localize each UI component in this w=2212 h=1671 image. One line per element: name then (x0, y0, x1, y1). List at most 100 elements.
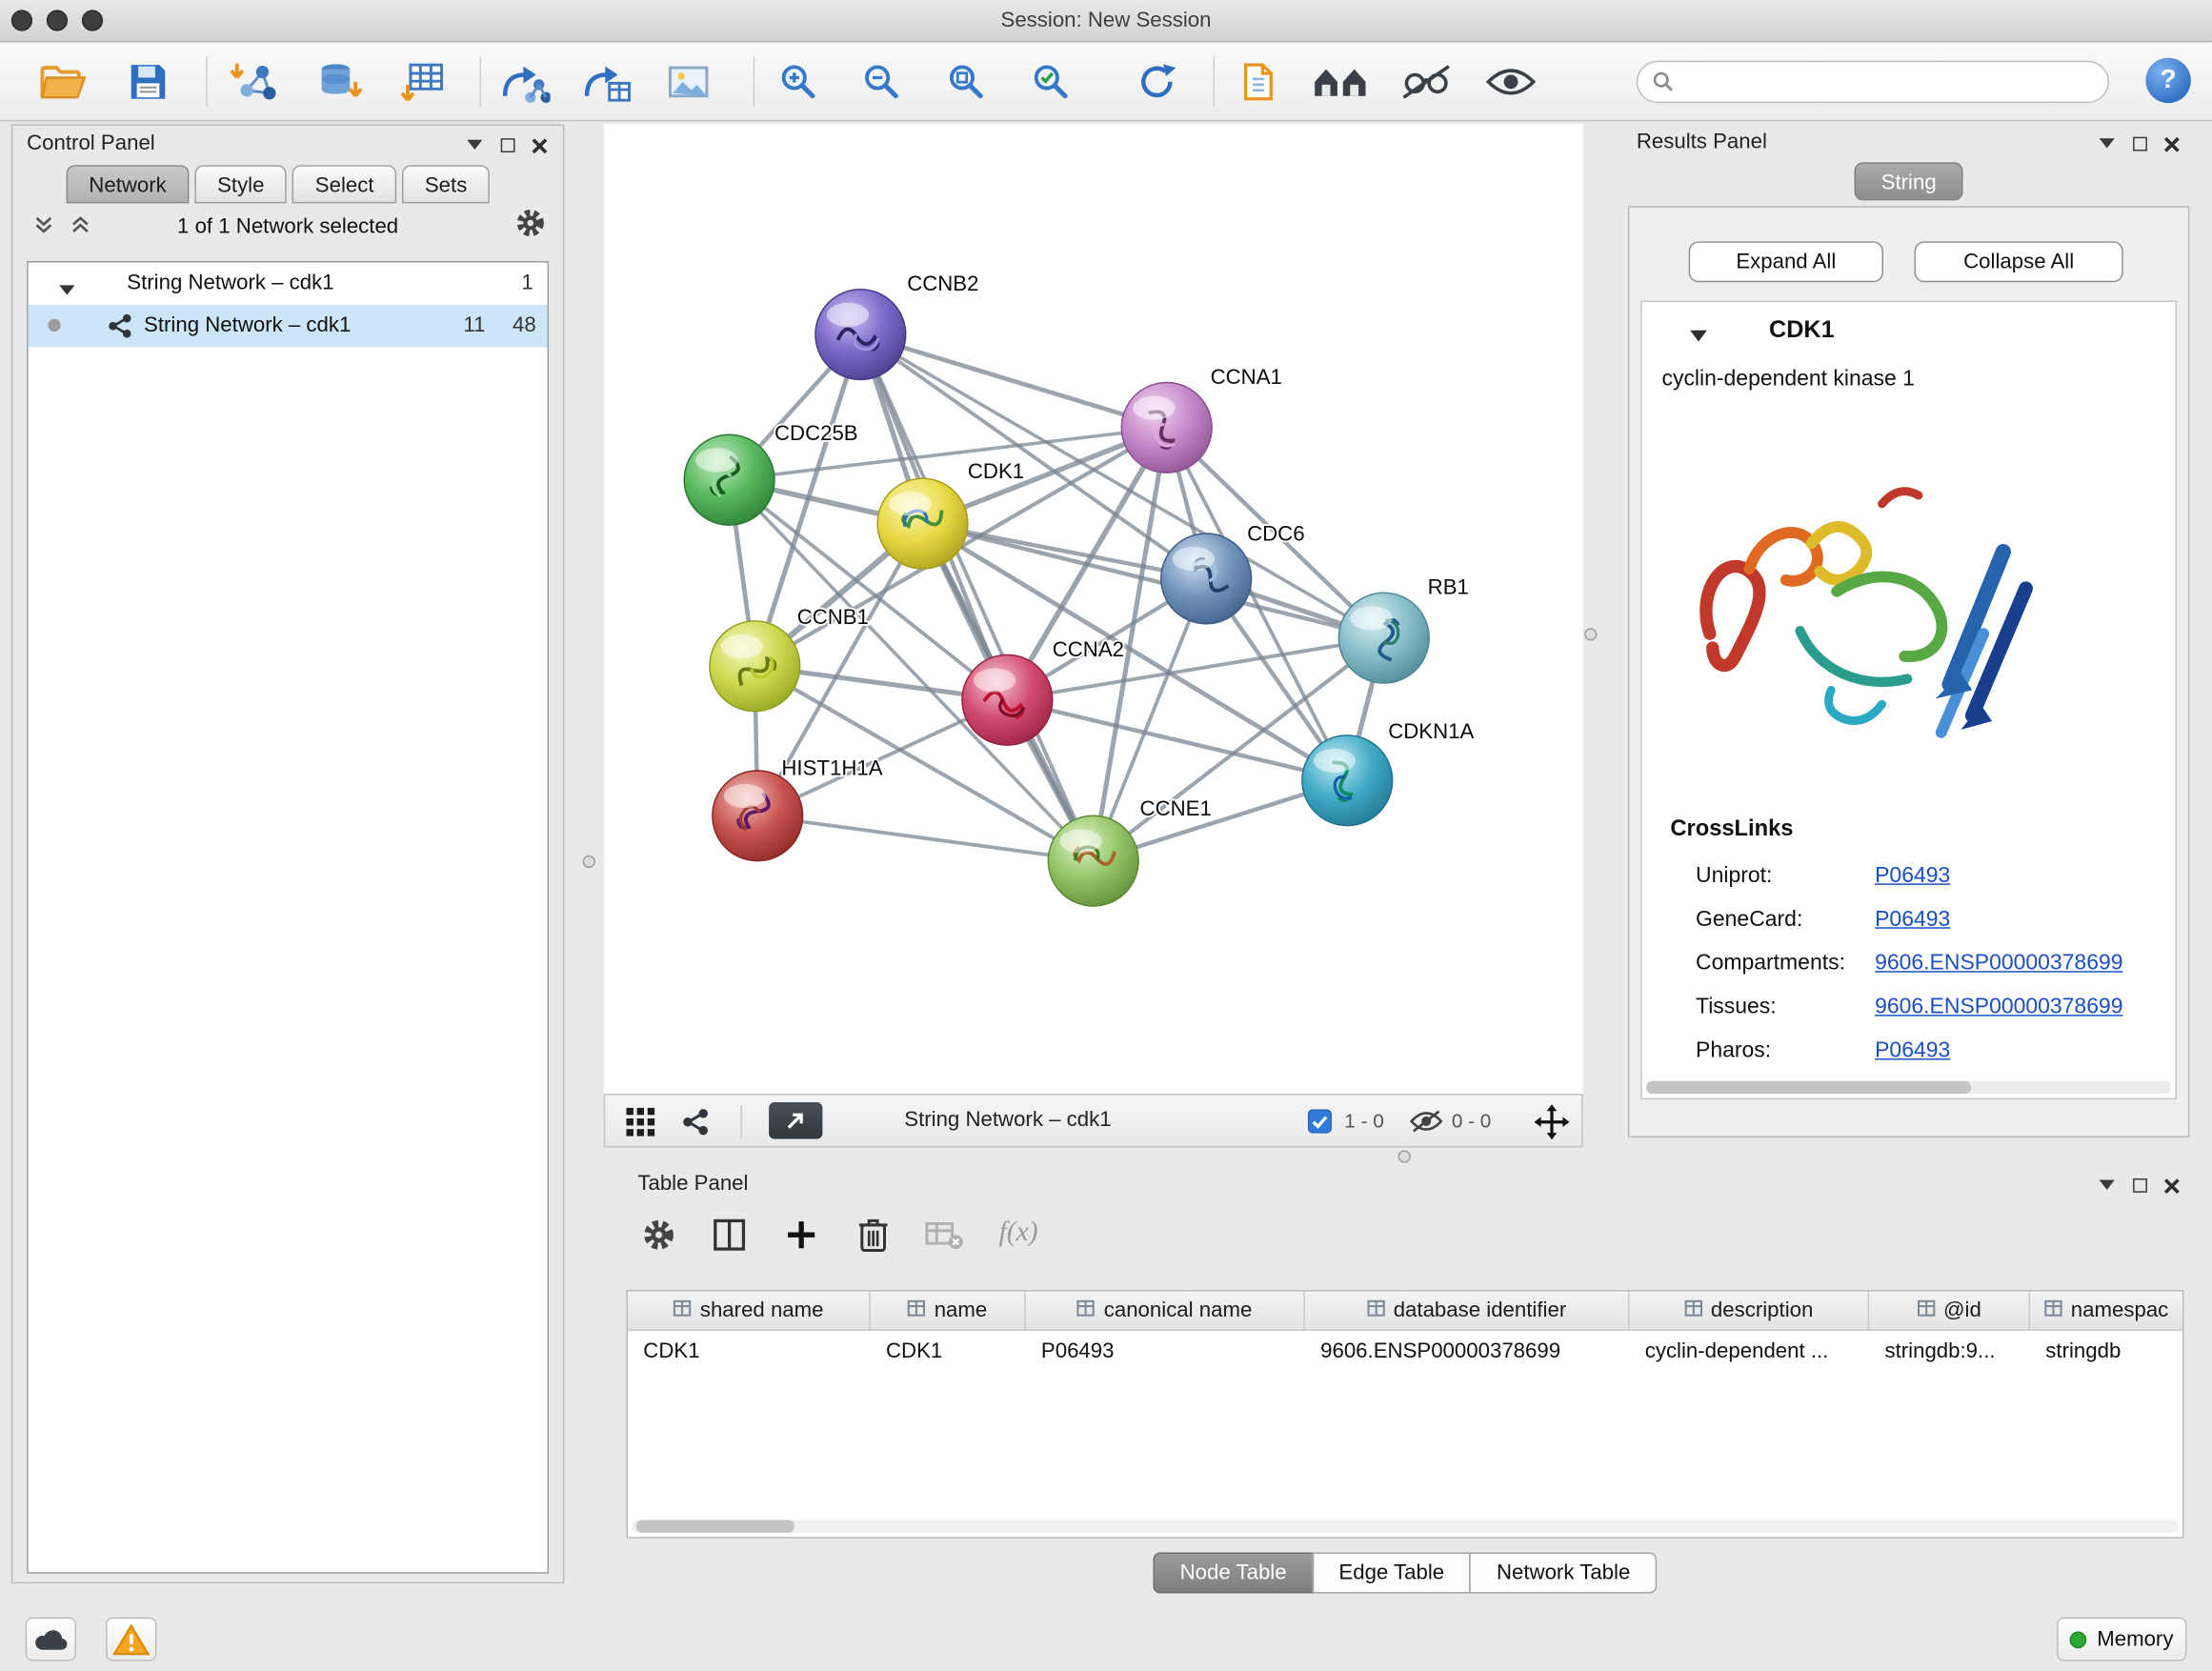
hidden-eye-slash-icon[interactable] (1409, 1109, 1443, 1138)
network-node-ccne1[interactable] (1048, 815, 1138, 906)
current-network-name: String Network – cdk1 (904, 1108, 1111, 1132)
delete-column-icon[interactable] (852, 1214, 894, 1256)
birdseye-view-button[interactable] (769, 1102, 822, 1139)
results-panel-float-icon[interactable] (2130, 134, 2150, 154)
results-panel-menu-caret-icon[interactable] (2097, 134, 2117, 154)
tab-string[interactable]: String (1855, 162, 1963, 200)
show-columns-icon[interactable] (708, 1214, 750, 1256)
export-network-icon[interactable] (575, 53, 637, 110)
column-header-shared-name[interactable]: shared name (628, 1291, 871, 1329)
card-horizontal-scrollbar[interactable] (1646, 1081, 2171, 1094)
cell-database-identifier[interactable]: 9606.ENSP00000378699 (1305, 1339, 1630, 1362)
node-label-cdc6: CDC6 (1247, 521, 1304, 545)
protein-card-caret-icon[interactable] (1690, 325, 1707, 349)
import-database-icon[interactable] (308, 53, 370, 110)
tab-edge-table[interactable]: Edge Table (1312, 1553, 1471, 1594)
tab-network-table[interactable]: Network Table (1470, 1553, 1658, 1594)
left-splitter-handle[interactable] (583, 856, 595, 868)
add-column-icon[interactable] (780, 1214, 822, 1256)
column-header-namespace[interactable]: namespac (2030, 1291, 2182, 1329)
cell-shared-name[interactable]: CDK1 (628, 1339, 871, 1362)
import-table-icon[interactable] (392, 53, 454, 110)
network-canvas[interactable]: CCNB2CCNA1CDC25BCDK1CDC6RB1CCNB1CCNA2CDK… (604, 124, 1583, 1094)
table-panel-menu-caret-icon[interactable] (2097, 1176, 2117, 1196)
uniprot-link[interactable]: P06493 (1875, 864, 1950, 890)
network-view[interactable]: CCNB2CCNA1CDC25BCDK1CDC6RB1CCNB1CCNA2CDK… (604, 124, 1583, 1094)
table-panel-close-icon[interactable] (2162, 1176, 2182, 1196)
open-session-icon[interactable] (32, 53, 94, 110)
cell-namespace[interactable]: stringdb (2030, 1339, 2182, 1362)
column-header-database-identifier[interactable]: database identifier (1305, 1291, 1630, 1329)
network-node-ccna2[interactable] (962, 654, 1053, 745)
pan-move-icon[interactable] (1534, 1103, 1571, 1145)
pharos-link[interactable]: P06493 (1875, 1038, 1950, 1064)
table-horizontal-scrollbar[interactable] (632, 1520, 2178, 1532)
expand-all-button[interactable]: Expand All (1689, 241, 1883, 282)
cell-description[interactable]: cyclin-dependent ... (1629, 1339, 1869, 1362)
column-header-id[interactable]: @id (1869, 1291, 2030, 1329)
column-header-description[interactable]: description (1629, 1291, 1869, 1329)
results-panel-close-icon[interactable] (2162, 134, 2182, 154)
home-icon[interactable] (1309, 53, 1371, 110)
compartments-link[interactable]: 9606.ENSP00000378699 (1875, 951, 2122, 976)
refresh-icon[interactable] (1126, 53, 1188, 110)
show-panels-icon[interactable] (1479, 53, 1541, 110)
help-button[interactable]: ? (2145, 58, 2190, 103)
tissues-link[interactable]: 9606.ENSP00000378699 (1875, 995, 2122, 1020)
network-node-ccnb1[interactable] (710, 621, 800, 712)
cell-id[interactable]: stringdb:9... (1869, 1339, 2030, 1362)
table-options-gear-icon[interactable] (637, 1214, 679, 1256)
duplicate-icon[interactable] (1227, 53, 1289, 110)
control-panel-close-icon[interactable] (529, 135, 549, 155)
right-splitter-handle[interactable] (1584, 628, 1597, 640)
table-panel-float-icon[interactable] (2130, 1176, 2150, 1196)
column-header-name[interactable]: name (871, 1291, 1026, 1329)
genecard-link[interactable]: P06493 (1875, 908, 1950, 934)
search-input[interactable] (1637, 61, 2109, 103)
zoom-out-icon[interactable] (851, 53, 913, 110)
network-options-gear-icon[interactable] (515, 208, 547, 245)
network-node-hist1h1a[interactable] (713, 771, 803, 861)
tab-style[interactable]: Style (194, 165, 287, 203)
network-node-ccnb2[interactable] (815, 290, 906, 380)
column-label: description (1711, 1299, 1813, 1322)
network-node-rb1[interactable] (1338, 593, 1429, 683)
tab-network[interactable]: Network (67, 165, 190, 203)
bottom-splitter-handle[interactable] (1398, 1150, 1411, 1162)
cell-name[interactable]: CDK1 (871, 1339, 1026, 1362)
cell-canonical-name[interactable]: P06493 (1026, 1339, 1305, 1362)
table-row[interactable]: CDK1 CDK1 P06493 9606.ENSP00000378699 cy… (628, 1331, 2182, 1370)
memory-button[interactable]: Memory (2057, 1618, 2186, 1661)
network-share-view-icon[interactable] (681, 1108, 710, 1142)
save-session-icon[interactable] (117, 53, 179, 110)
network-node-cdk1[interactable] (877, 478, 968, 569)
tab-select[interactable]: Select (292, 165, 396, 203)
export-image-icon[interactable] (657, 53, 719, 110)
network-node-ccna1[interactable] (1121, 382, 1212, 473)
network-node-cdc25b[interactable] (684, 434, 774, 525)
zoom-selected-icon[interactable] (1020, 53, 1082, 110)
network-node-cdkn1a[interactable] (1302, 735, 1393, 826)
network-row-selected[interactable]: String Network – cdk1 11 48 (29, 305, 548, 347)
memory-status-icon (2070, 1631, 2087, 1648)
hide-panels-icon[interactable] (1396, 53, 1458, 110)
selected-checkbox-icon[interactable] (1308, 1109, 1332, 1138)
zoom-fit-icon[interactable] (935, 53, 997, 110)
import-network-icon[interactable] (223, 53, 285, 110)
tab-sets[interactable]: Sets (402, 165, 490, 203)
hidden-count: 0 - 0 (1452, 1109, 1491, 1132)
zoom-in-icon[interactable] (768, 53, 830, 110)
network-collection-row[interactable]: String Network – cdk1 1 (29, 263, 548, 305)
network-node-cdc6[interactable] (1161, 534, 1252, 624)
tab-node-table[interactable]: Node Table (1153, 1553, 1313, 1594)
control-panel-float-icon[interactable] (498, 135, 518, 155)
network-node-count: 11 (446, 313, 485, 337)
control-panel-menu-caret-icon[interactable] (464, 135, 484, 155)
new-network-icon[interactable] (493, 53, 555, 110)
grid-view-icon[interactable] (625, 1106, 656, 1143)
tree-expand-caret-icon[interactable] (59, 278, 74, 302)
column-header-canonical-name[interactable]: canonical name (1026, 1291, 1305, 1329)
cloud-sync-button[interactable] (26, 1618, 76, 1661)
collapse-all-button[interactable]: Collapse All (1915, 241, 2123, 282)
warnings-button[interactable] (106, 1618, 156, 1661)
